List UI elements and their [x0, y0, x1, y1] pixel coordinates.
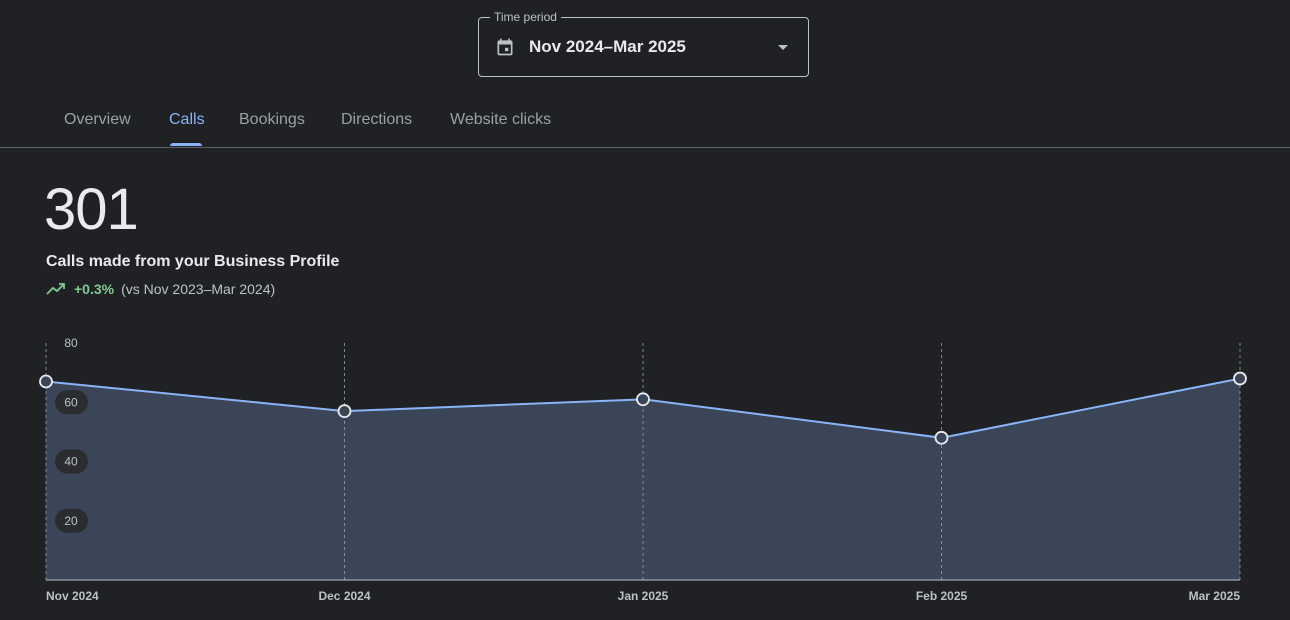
time-period-label: Time period	[490, 9, 561, 25]
tab-calls[interactable]: Calls	[169, 110, 205, 130]
metric-change-value: +0.3%	[74, 281, 115, 297]
metric-total: 301	[44, 177, 139, 242]
x-tick-label: Feb 2025	[916, 589, 968, 603]
metric-comparison-period: (vs Nov 2023–Mar 2024)	[121, 281, 276, 297]
y-tick-label: 40	[64, 455, 78, 469]
tab-bookings[interactable]: Bookings	[239, 110, 305, 130]
y-tick-label: 60	[64, 395, 78, 409]
metric-tabs: Overview Calls Bookings Directions Websi…	[0, 100, 1290, 148]
data-point	[337, 404, 352, 419]
trending-up-icon	[46, 283, 65, 295]
tab-website-clicks[interactable]: Website clicks	[450, 110, 551, 130]
tab-overview[interactable]: Overview	[64, 110, 131, 130]
x-tick-label: Dec 2024	[318, 589, 370, 603]
data-point	[39, 374, 53, 389]
data-point	[1233, 371, 1247, 386]
chevron-down-icon	[778, 45, 788, 50]
x-tick-label: Mar 2025	[1189, 589, 1241, 603]
x-tick-label: Jan 2025	[618, 589, 669, 603]
metric-change-row: +0.3% (vs Nov 2023–Mar 2024)	[46, 279, 275, 299]
time-period-selector[interactable]: Time period Nov 2024–Mar 2025	[478, 9, 809, 77]
data-point	[636, 392, 650, 407]
y-tick-label: 80	[64, 336, 78, 350]
calendar-icon	[497, 38, 513, 56]
x-tick-label: Nov 2024	[46, 589, 99, 603]
y-tick-label: 20	[64, 514, 78, 528]
metric-label: Calls made from your Business Profile	[46, 253, 340, 270]
calls-area-chart: 20 40 60 80 Nov 2024 Dec 2024 Jan 2025 Feb 2025…	[39, 336, 1247, 603]
time-period-value: Nov 2024–Mar 2025	[529, 37, 686, 56]
data-point	[934, 430, 949, 445]
tab-directions[interactable]: Directions	[341, 110, 412, 130]
active-tab-indicator	[170, 143, 202, 146]
